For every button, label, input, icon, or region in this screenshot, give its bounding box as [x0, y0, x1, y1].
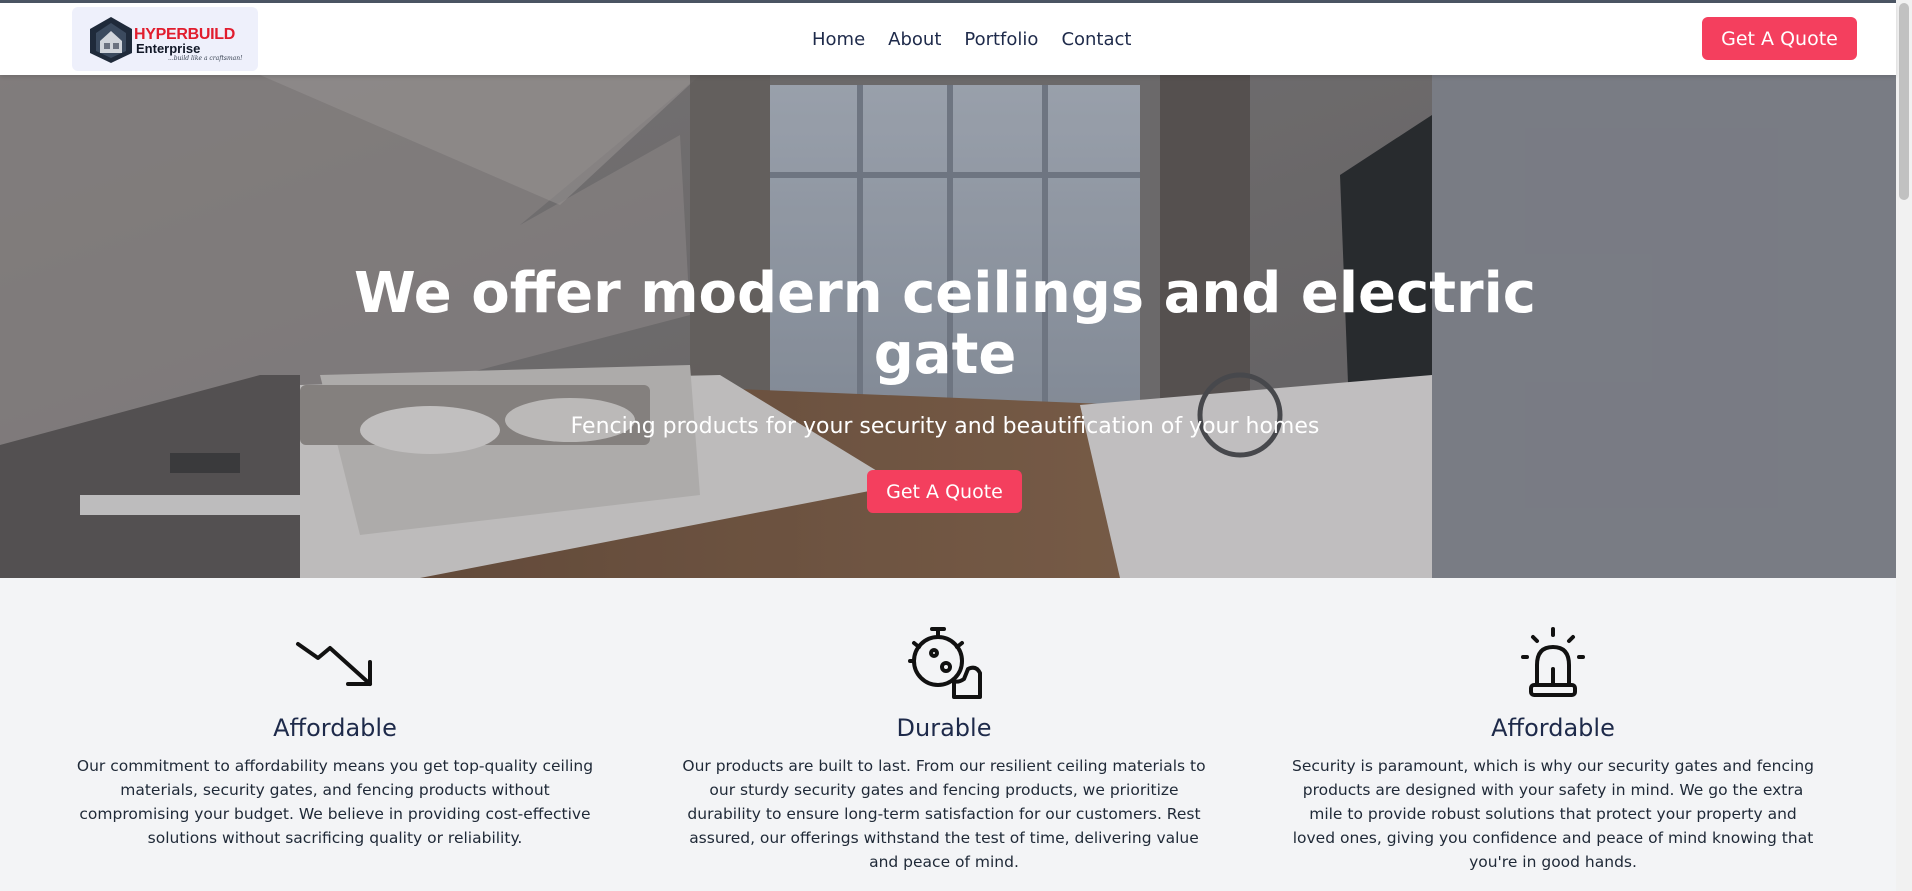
- hero-title: We offer modern ceilings and electric ga…: [354, 261, 1536, 387]
- logo-brand-subname: Enterprise: [136, 41, 201, 56]
- nav-portfolio[interactable]: Portfolio: [964, 29, 1038, 50]
- siren-icon: [1521, 627, 1585, 697]
- feature-card-security: Affordable Security is paramount, which …: [1283, 578, 1823, 874]
- trend-down-icon: [296, 642, 372, 686]
- feature-title: Affordable: [273, 714, 397, 742]
- feature-title: Affordable: [1491, 714, 1615, 742]
- features-section: Affordable Our commitment to affordabili…: [0, 578, 1896, 891]
- header-get-quote-button[interactable]: Get A Quote: [1702, 17, 1857, 60]
- durable-icon: [908, 627, 982, 699]
- feature-title: Durable: [896, 714, 992, 742]
- page-scrollbar[interactable]: [1896, 0, 1912, 891]
- hero-get-quote-button[interactable]: Get A Quote: [867, 470, 1022, 513]
- main-nav: Home About Portfolio Contact: [812, 29, 1154, 50]
- scrollbar-thumb[interactable]: [1899, 3, 1909, 200]
- hero-subtitle: Fencing products for your security and b…: [570, 414, 1320, 439]
- logo[interactable]: HYPERBUILD Enterprise ...build like a cr…: [72, 7, 258, 71]
- feature-text: Our products are built to last. From our…: [682, 757, 1206, 871]
- site-header: HYPERBUILD Enterprise ...build like a cr…: [0, 3, 1896, 75]
- nav-contact[interactable]: Contact: [1061, 29, 1131, 50]
- logo-house-icon: [90, 17, 132, 63]
- nav-about[interactable]: About: [888, 29, 941, 50]
- feature-text: Our commitment to affordability means yo…: [76, 757, 594, 847]
- logo-tagline: ...build like a craftsman!: [168, 55, 243, 62]
- feature-card-affordable: Affordable Our commitment to affordabili…: [65, 578, 605, 850]
- feature-text: Security is paramount, which is why our …: [1291, 757, 1814, 871]
- hero-section: We offer modern ceilings and electric ga…: [0, 75, 1896, 578]
- feature-card-durable: Durable Our products are built to last. …: [674, 578, 1214, 874]
- nav-home[interactable]: Home: [812, 29, 865, 50]
